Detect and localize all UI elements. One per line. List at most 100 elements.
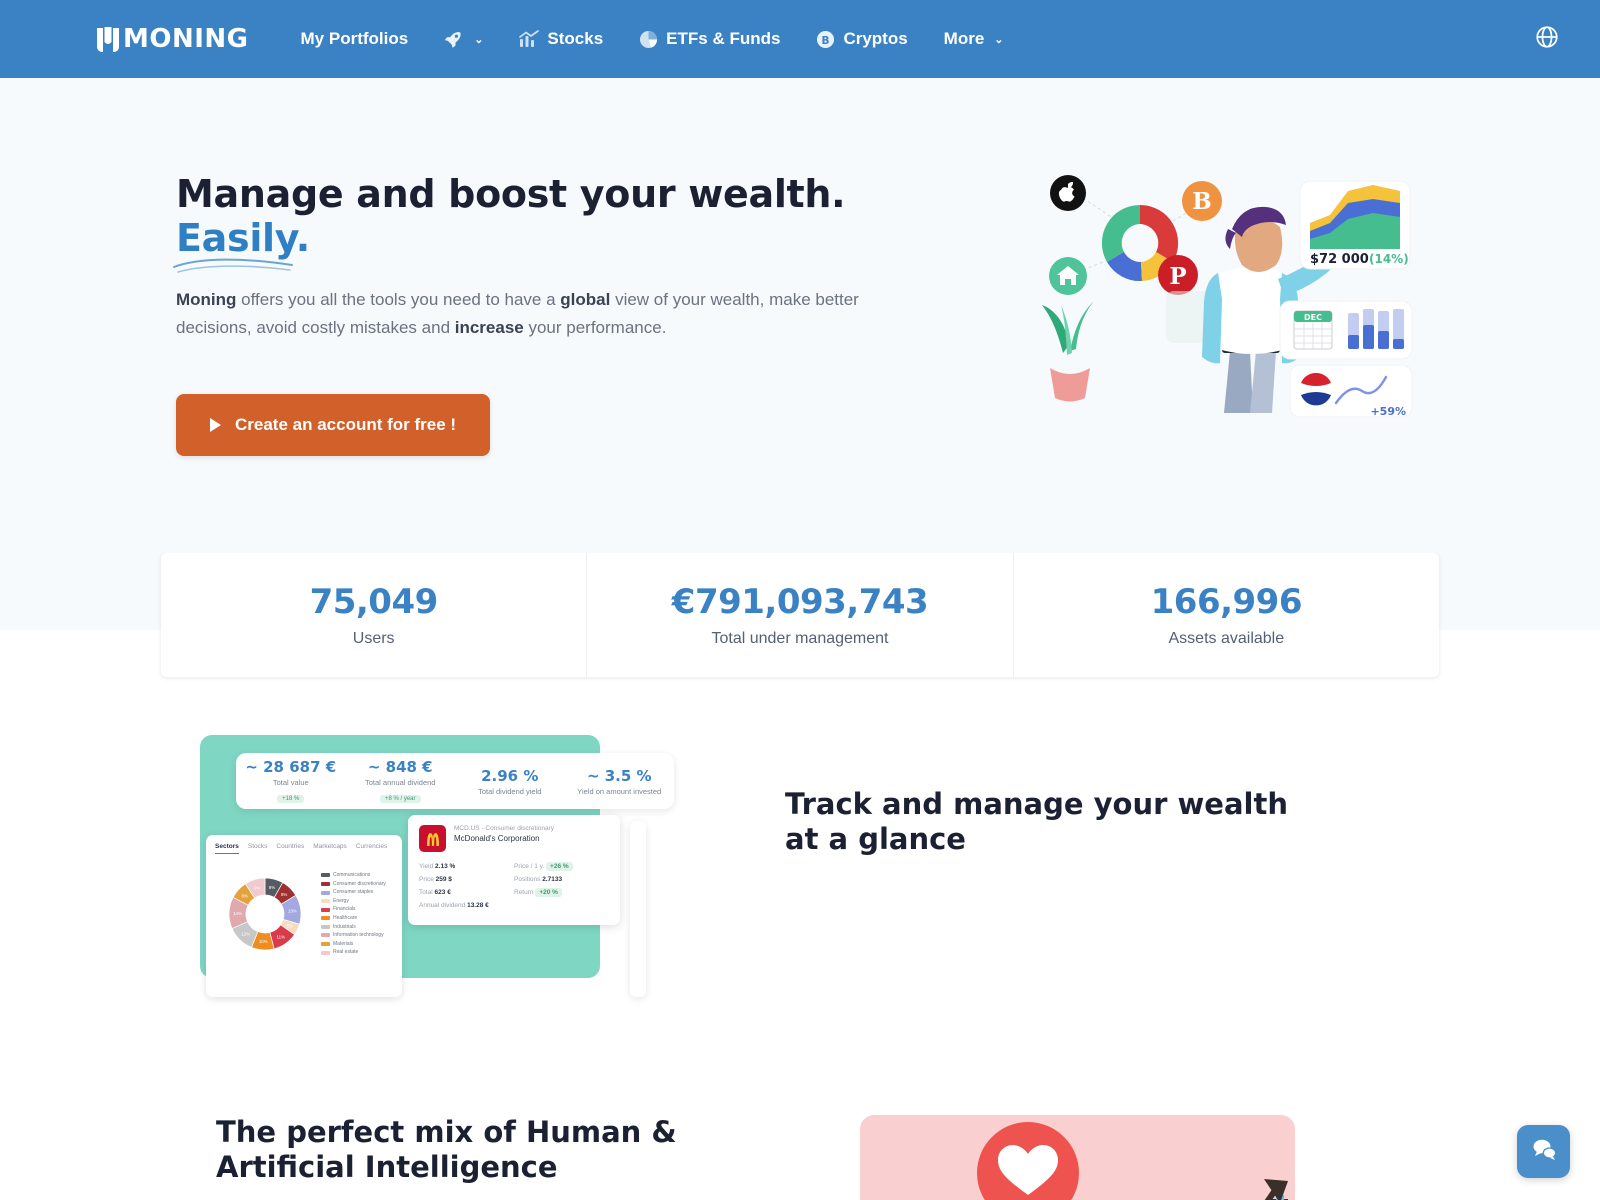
chat-bubbles-icon bbox=[1530, 1135, 1558, 1168]
donut-slice-label: 13% bbox=[288, 908, 297, 913]
hero-title-main: Manage and boost your wealth. bbox=[176, 172, 846, 216]
kpi-badge: +8 % / year bbox=[379, 794, 421, 803]
stock-card-header: MCD.US - Consumer discretionary McDonald… bbox=[419, 825, 609, 852]
pepsi-change: +59% bbox=[1370, 405, 1406, 418]
hero-text-a: offers you all the tools you need to hav… bbox=[236, 290, 561, 310]
legend-item: Financials bbox=[321, 905, 386, 914]
stat-label: Total under management bbox=[711, 630, 889, 647]
stat-label: Assets available bbox=[1168, 630, 1285, 647]
metric-annual-dividend: Annual dividend 13.28 € bbox=[419, 902, 514, 909]
mcdonalds-logo-icon bbox=[419, 825, 446, 852]
legend-swatch bbox=[321, 942, 330, 947]
metric-label: Annual dividend bbox=[419, 902, 466, 909]
heart-pin-icon bbox=[977, 1122, 1079, 1200]
logo-mark-icon bbox=[95, 24, 121, 54]
nav-item-cryptos[interactable]: B Cryptos bbox=[798, 21, 925, 57]
legend-swatch bbox=[321, 916, 330, 921]
nav-item-rocket[interactable]: ⌄ bbox=[426, 21, 501, 57]
globe-icon[interactable] bbox=[1534, 24, 1560, 55]
feature-ai-copy: The perfect mix of Human & Artificial In… bbox=[160, 1115, 800, 1186]
nav-item-my-portfolios[interactable]: My Portfolios bbox=[301, 21, 427, 57]
sectors-donut-chart: 8% 8% 13% 5%11% 10% 12% 14% 8% 9% bbox=[228, 877, 302, 951]
stat-value: 166,996 bbox=[1150, 582, 1303, 622]
donut-slice-label: 10% bbox=[259, 939, 268, 944]
chat-widget-button[interactable] bbox=[1517, 1125, 1570, 1178]
legend-label: Industrials bbox=[333, 923, 356, 930]
stock-metrics-right: Price / 1 y. +26 % Positions 2.7133 Retu… bbox=[514, 862, 609, 915]
stat-total-under-management: €791,093,743 Total under management bbox=[586, 553, 1012, 677]
kpi-label: Total annual dividend bbox=[365, 777, 436, 787]
metric-value: 259 $ bbox=[435, 876, 452, 883]
hero-text-b: view of your wealth, make better bbox=[610, 290, 859, 310]
pie-chart-icon bbox=[639, 30, 658, 49]
tab-currencies[interactable]: Currencies bbox=[356, 843, 387, 854]
tab-marketcaps[interactable]: Marketcaps bbox=[313, 843, 347, 854]
play-triangle-icon bbox=[210, 418, 221, 433]
chart-card-change: (14%) bbox=[1369, 252, 1409, 266]
stock-detail-card: MCD.US - Consumer discretionary McDonald… bbox=[408, 815, 620, 925]
legend-item: Communications bbox=[321, 871, 386, 880]
donut-slice-label: 8% bbox=[269, 885, 275, 890]
legend-label: Materials bbox=[333, 940, 354, 947]
donut-slice-label: 5% bbox=[287, 924, 293, 929]
svg-text:B: B bbox=[1192, 188, 1211, 215]
kpi-value: 2.96 % bbox=[481, 766, 539, 785]
metric-value: 13.28 € bbox=[467, 902, 489, 909]
kpi-strip: ~ 28 687 € Total value +18 % ~ 848 € Tot… bbox=[236, 753, 674, 809]
stock-metrics-grid: Yield 2.13 % Price 259 $ Total 623 € Ann… bbox=[419, 862, 609, 915]
hero-copy: Manage and boost your wealth. Easily. Mo… bbox=[160, 172, 960, 457]
hero-title-accent-text: Easily. bbox=[176, 215, 310, 260]
hero-brand: Moning bbox=[176, 290, 237, 310]
nav-item-stocks[interactable]: Stocks bbox=[501, 21, 621, 57]
tab-sectors[interactable]: Sectors bbox=[215, 843, 239, 854]
legend-label: Consumer discretionary bbox=[333, 880, 386, 887]
nav-label-more: More bbox=[943, 29, 985, 48]
metric-yield: Yield 2.13 % bbox=[419, 863, 514, 870]
top-navbar: MONING My Portfolios ⌄ Stocks ETFs & Fun… bbox=[0, 0, 1600, 78]
donut-slice-label: 8% bbox=[281, 892, 287, 897]
donut-slice-label: 9% bbox=[254, 885, 260, 890]
legend-item: Healthcare bbox=[321, 914, 386, 923]
metric-label: Total bbox=[419, 889, 433, 896]
tab-stocks[interactable]: Stocks bbox=[248, 843, 268, 854]
donut-slice-label: 8% bbox=[241, 893, 247, 898]
metric-label: Price bbox=[419, 876, 434, 883]
metric-total: Total 623 € bbox=[419, 889, 514, 896]
legend-item: Energy bbox=[321, 897, 386, 906]
stat-label: Users bbox=[352, 630, 395, 647]
legend-item: Real estate bbox=[321, 948, 386, 957]
metric-value: 2.7133 bbox=[542, 876, 563, 883]
legend-label: Financials bbox=[333, 906, 356, 913]
nav-item-more[interactable]: More ⌄ bbox=[926, 21, 1022, 57]
chevron-down-icon: ⌄ bbox=[994, 33, 1004, 46]
legend-label: Healthcare bbox=[333, 915, 358, 921]
nav-links: My Portfolios ⌄ Stocks ETFs & Funds B Cr… bbox=[301, 21, 1022, 57]
legend-label: Consumer staples bbox=[333, 889, 374, 896]
hero-text-d: your performance. bbox=[523, 318, 667, 338]
pepsi-icon bbox=[1300, 372, 1332, 406]
hero-bold-global: global bbox=[560, 290, 611, 310]
legend-item: Materials bbox=[321, 940, 386, 949]
svg-text:P: P bbox=[1169, 263, 1186, 290]
page-title: Manage and boost your wealth. Easily. bbox=[173, 172, 960, 274]
kpi-value: ~ 848 € bbox=[367, 757, 433, 776]
donut-slice-label: 12% bbox=[241, 932, 250, 937]
legend-swatch bbox=[321, 907, 330, 912]
logo[interactable]: MONING bbox=[95, 24, 249, 54]
hero-title-accent: Easily. bbox=[173, 215, 310, 274]
legend-label: Real estate bbox=[333, 949, 359, 956]
feature-track-section: ~ 28 687 € Total value +18 % ~ 848 € Tot… bbox=[160, 677, 1440, 1005]
legend-label: Energy bbox=[333, 897, 349, 904]
metric-value: 623 € bbox=[434, 889, 451, 896]
nav-item-etfs-funds[interactable]: ETFs & Funds bbox=[621, 21, 798, 57]
feature-track-copy: Track and manage your wealth at a glance bbox=[670, 735, 1440, 858]
legend-item: Industrials bbox=[321, 923, 386, 932]
stats-band: 75,049 Users €791,093,743 Total under ma… bbox=[0, 553, 1600, 677]
kpi-total-dividend-yield: 2.96 % Total dividend yield bbox=[455, 767, 565, 796]
legend-swatch bbox=[321, 881, 330, 886]
allocation-chart-row: 8% 8% 13% 5% 11% 10% 12% 14% 8% 9% Communications… bbox=[215, 864, 393, 964]
create-account-button[interactable]: Create an account for free ! bbox=[176, 394, 491, 457]
tab-countries[interactable]: Countries bbox=[276, 843, 304, 854]
nav-label-stocks: Stocks bbox=[547, 29, 604, 48]
kpi-badge: +18 % bbox=[277, 794, 305, 803]
